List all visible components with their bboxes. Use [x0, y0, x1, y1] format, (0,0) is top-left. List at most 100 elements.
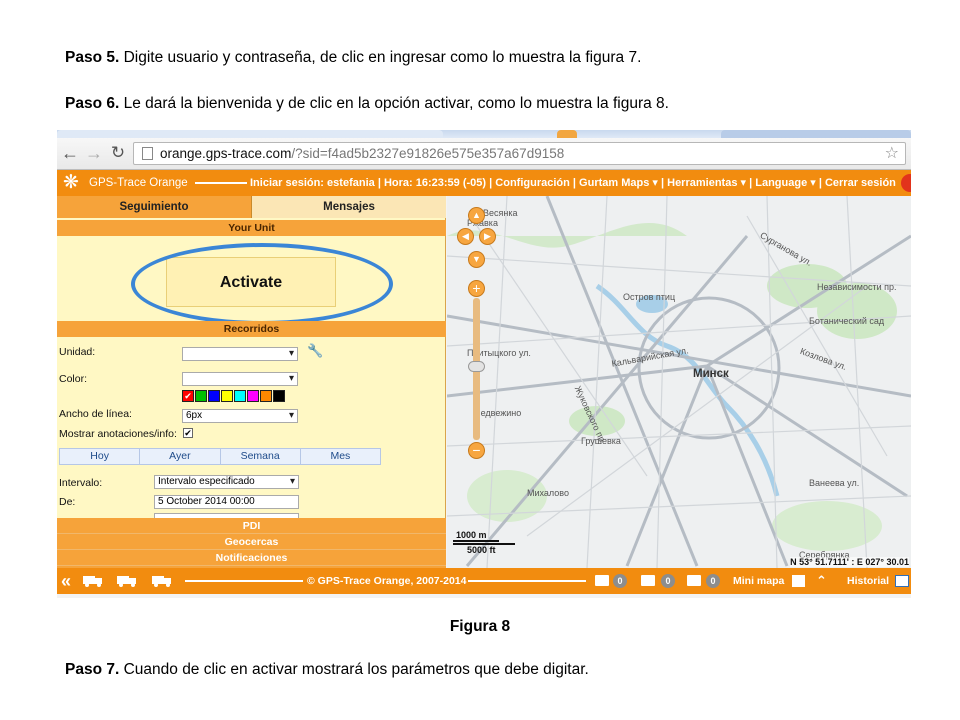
- step-6-label: Paso 6.: [65, 95, 120, 112]
- menu-gurtam-maps[interactable]: Gurtam Maps: [579, 177, 658, 189]
- step-7-paragraph: Paso 7. Cuando de clic en activar mostra…: [65, 660, 589, 680]
- event-icon[interactable]: [641, 575, 655, 586]
- color-select[interactable]: [182, 372, 298, 386]
- color-swatch[interactable]: [208, 390, 220, 402]
- menu-herramientas[interactable]: Herramientas: [667, 177, 746, 189]
- separator: |: [749, 177, 753, 189]
- color-swatch[interactable]: [247, 390, 259, 402]
- user-bar: Iniciar sesión: estefania | Hora: 16:23:…: [250, 170, 896, 196]
- pan-right-icon[interactable]: ▶: [479, 228, 496, 245]
- map-label: Михалово: [527, 488, 569, 498]
- copyright-text: © GPS-Trace Orange, 2007-2014: [307, 575, 467, 587]
- minimap-toggle[interactable]: Mini mapa: [733, 568, 784, 594]
- truck-arrow-icon[interactable]: [152, 576, 172, 587]
- separator: |: [489, 177, 493, 189]
- separator: |: [572, 177, 576, 189]
- notification-icon[interactable]: [901, 174, 911, 192]
- address-bar[interactable]: orange.gps-trace.com/?sid=f4ad5b2327e918…: [133, 142, 906, 165]
- intervalo-select[interactable]: Intervalo especificado: [154, 475, 299, 489]
- period-tab-ayer[interactable]: Ayer: [140, 449, 221, 464]
- menu-configuracion[interactable]: Configuración: [495, 177, 570, 189]
- browser-tabstrip: [57, 130, 911, 138]
- wrench-icon[interactable]: 🔧: [307, 343, 323, 359]
- back-arrow-icon[interactable]: ←: [59, 142, 81, 164]
- left-panel: Seguimiento Mensajes Your Unit Activate …: [57, 196, 446, 568]
- de-label: De:: [59, 496, 76, 508]
- menu-language[interactable]: Language: [755, 177, 816, 189]
- sun-logo-icon: ❋: [63, 172, 79, 193]
- message-icon[interactable]: [595, 575, 609, 586]
- accordion-pdi[interactable]: PDI: [57, 518, 446, 534]
- image-icon[interactable]: [687, 575, 701, 586]
- separator: |: [660, 177, 665, 189]
- image-counter: 0: [706, 574, 720, 588]
- accordion-notificaciones[interactable]: Notificaciones: [57, 550, 446, 566]
- period-tab-hoy[interactable]: Hoy: [60, 449, 141, 464]
- unidad-select[interactable]: [182, 347, 298, 361]
- star-icon[interactable]: ☆: [885, 143, 899, 164]
- color-swatch[interactable]: [221, 390, 233, 402]
- event-counter: 0: [661, 574, 675, 588]
- color-swatch[interactable]: [195, 390, 207, 402]
- figure-caption: Figura 8: [449, 618, 511, 635]
- zoom-in-icon[interactable]: +: [468, 280, 485, 297]
- mostrar-checkbox[interactable]: ✔: [183, 428, 193, 438]
- pan-up-icon[interactable]: ▲: [468, 207, 485, 224]
- step-5-label: Paso 5.: [65, 49, 120, 66]
- map-label: Медвежино: [473, 408, 522, 418]
- accordion-geocercas[interactable]: Geocercas: [57, 534, 446, 550]
- truck-name-icon[interactable]: [117, 576, 137, 587]
- bottom-divider: [468, 580, 586, 582]
- color-swatch[interactable]: ✔: [182, 390, 194, 402]
- step-7-label: Paso 7.: [65, 661, 120, 678]
- truck-icon[interactable]: [83, 576, 103, 587]
- your-unit-header[interactable]: Your Unit: [57, 220, 446, 236]
- scale-imperial: 5000 ft: [453, 543, 515, 555]
- collapse-panel-icon[interactable]: «: [61, 568, 71, 594]
- recorridos-header[interactable]: Recorridos: [57, 321, 446, 337]
- forward-arrow-icon[interactable]: →: [83, 142, 105, 164]
- map-view[interactable]: Весянка Ржавка Остров птиц Сурганова ул.…: [447, 196, 911, 568]
- chevron-up-icon[interactable]: ⌃: [816, 568, 827, 594]
- separator: |: [818, 177, 822, 189]
- message-counter: 0: [613, 574, 627, 588]
- step-6-paragraph: Paso 6. Le dará la bienvenida y de clic …: [65, 94, 669, 114]
- reload-icon[interactable]: ↻: [107, 142, 129, 164]
- history-icon[interactable]: [895, 575, 909, 587]
- period-tab-mes[interactable]: Mes: [301, 449, 380, 464]
- brand-name: GPS-Trace Orange: [89, 177, 188, 189]
- header-divider: [195, 182, 247, 184]
- pan-down-icon[interactable]: ▼: [468, 251, 485, 268]
- ancho-select[interactable]: 6px: [182, 409, 298, 423]
- zoom-out-icon[interactable]: −: [468, 442, 485, 459]
- logout-link[interactable]: Cerrar sesión: [825, 177, 896, 189]
- tab-mensajes[interactable]: Mensajes: [252, 196, 446, 218]
- zoom-slider-handle[interactable]: [468, 361, 485, 372]
- de-date-input[interactable]: 5 October 2014 00:00: [154, 495, 299, 509]
- map-streets: [447, 196, 911, 568]
- minimap-icon[interactable]: [792, 575, 805, 587]
- color-swatch[interactable]: [234, 390, 246, 402]
- color-swatch[interactable]: [260, 390, 272, 402]
- history-link[interactable]: Historial: [847, 568, 889, 594]
- map-scale: 1000 m 5000 ft: [453, 530, 515, 555]
- map-label: Ванеева ул.: [809, 478, 860, 488]
- city-label: Минск: [693, 368, 729, 380]
- map-label: Независимости пр.: [817, 282, 897, 292]
- username: estefania: [327, 177, 375, 189]
- page-icon: [142, 147, 153, 160]
- step-5-text: Digite usuario y contraseña, de clic en …: [119, 49, 642, 66]
- tab-seguimiento[interactable]: Seguimiento: [57, 196, 252, 218]
- pan-left-icon[interactable]: ◀: [457, 228, 474, 245]
- app-header: ❋ GPS-Trace Orange Iniciar sesión: estef…: [57, 170, 911, 196]
- intervalo-label: Intervalo:: [59, 477, 103, 489]
- map-label: Остров птиц: [623, 292, 676, 302]
- mostrar-label: Mostrar anotaciones/info:: [59, 428, 177, 440]
- color-swatch[interactable]: [273, 390, 285, 402]
- period-tab-semana[interactable]: Semana: [221, 449, 301, 464]
- time-value: 16:23:59 (-05): [415, 177, 487, 189]
- color-swatches: ✔: [182, 390, 286, 402]
- step-6-text: Le dará la bienvenida y de clic en la op…: [119, 95, 669, 112]
- panel-tabs: Seguimiento Mensajes: [57, 196, 446, 218]
- accordion: PDI Geocercas Notificaciones: [57, 518, 446, 568]
